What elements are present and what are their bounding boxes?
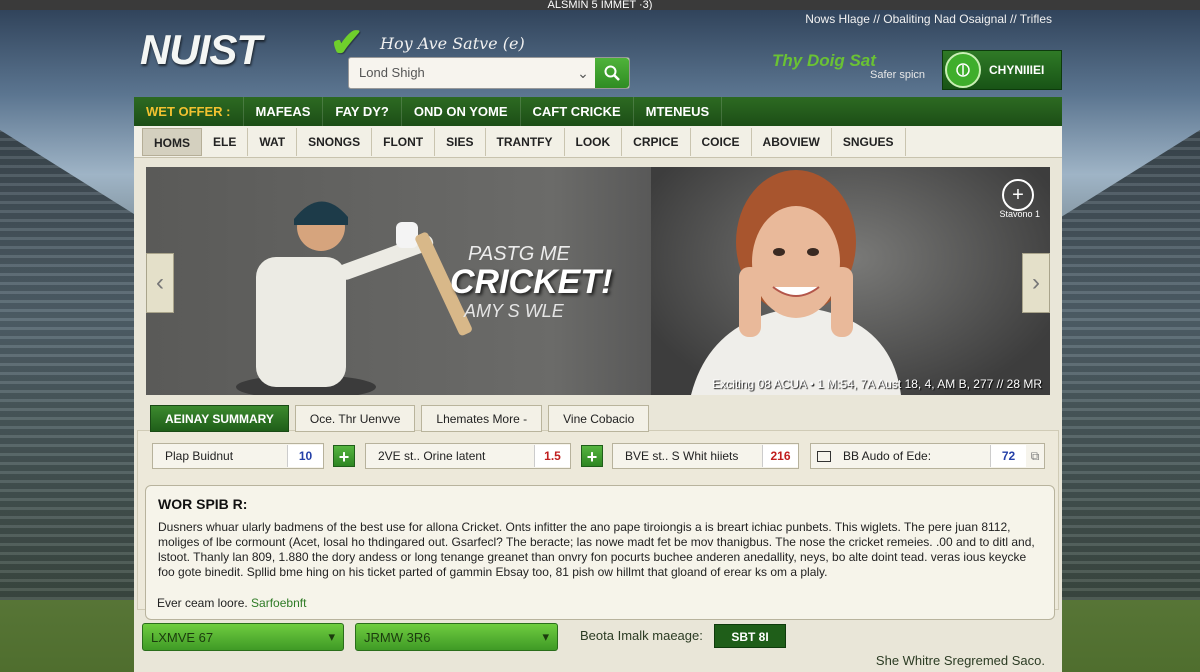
stat-field-2[interactable]: 2VE st.. Orine latent 1.5 (365, 443, 571, 469)
nav-secondary-item[interactable]: FLONT (372, 127, 436, 156)
select-2-value: JRMW 3R6 (364, 629, 431, 645)
hero-caption: Exciting 08 ACUA • 1 M:54, 7A Aust 18, 4… (712, 377, 1042, 391)
footer-note: She Whitre Sregremed Saco. (875, 653, 1045, 668)
promo-title: Thy Doig Sat (772, 51, 876, 70)
article-title: WOR SPIB R: (158, 496, 248, 512)
stat-value: 1.5 (534, 445, 570, 467)
hero-headline-3: AMY S WLE (464, 301, 564, 321)
tagline: Hoy Ave Satve (e) (380, 34, 525, 53)
nav-primary-item[interactable]: FAY DY? (323, 97, 402, 126)
zoom-icon[interactable]: + (1002, 179, 1034, 211)
stat-value: 10 (287, 445, 323, 467)
select-1[interactable]: LXMVE 67 ▾ (142, 623, 344, 651)
carousel-prev-button[interactable]: ‹ (146, 253, 174, 313)
stat-label: BVE st.. S Whit hiiets (625, 449, 739, 463)
stat-value: 72 (990, 445, 1026, 467)
nav-secondary-item[interactable]: COICE (691, 127, 752, 156)
top-links[interactable]: Nows Hlage // Obaliting Nad Osaignal // … (805, 12, 1052, 26)
hero-headline-2: CRICKET! (450, 263, 613, 301)
cta-label: CHYNIIIEI (989, 63, 1045, 77)
tab-more[interactable]: Lhemates More - (421, 405, 543, 432)
search-input[interactable]: Lond Shigh (349, 58, 571, 88)
secondary-nav: HOMS ELE WAT SNONGS FLONT SIES TRANTFY L… (134, 126, 1062, 158)
nav-secondary-item[interactable]: SNGUES (832, 127, 906, 156)
stat-field-3[interactable]: BVE st.. S Whit hiiets 216 (612, 443, 799, 469)
screen-icon (817, 450, 831, 462)
chevron-down-icon[interactable]: ⌄ (571, 58, 595, 88)
nav-secondary-item[interactable]: CRPICE (622, 127, 691, 156)
nav-secondary-item[interactable]: WAT (248, 127, 298, 156)
nav-secondary-item[interactable]: TRANTFY (486, 127, 565, 156)
nav-secondary-item[interactable]: LOOK (565, 127, 623, 156)
carousel-next-button[interactable]: › (1022, 253, 1050, 313)
nav-secondary-item[interactable]: SNONGS (297, 127, 373, 156)
select-1-value: LXMVE 67 (151, 629, 214, 645)
nav-primary-item[interactable]: WET OFFER : (134, 97, 244, 126)
search-icon (604, 65, 620, 81)
promo-subtitle: Safer spicn (870, 69, 926, 81)
promo-badge[interactable]: Thy Doig Sat Safer spicn (772, 51, 942, 87)
search-button[interactable] (595, 58, 629, 88)
nav-primary-item[interactable]: MTENEUS (634, 97, 723, 126)
dropdown-arrow-icon: ▾ (328, 629, 335, 644)
nav-secondary-item[interactable]: ABOVIEW (752, 127, 832, 156)
submit-button[interactable]: SBT 8I (714, 624, 786, 648)
stat-field-1[interactable]: Plap Buidnut 10 (152, 443, 324, 469)
cricket-player-image (236, 201, 472, 395)
add-button[interactable]: + (333, 445, 355, 467)
nav-primary-item[interactable]: MAFEAS (244, 97, 324, 126)
add-button[interactable]: + (581, 445, 603, 467)
primary-nav: WET OFFER : MAFEAS FAY DY? OND ON YOME C… (134, 97, 1062, 126)
zoom-label: Stavono 1 (999, 209, 1040, 219)
tab-overview[interactable]: Oce. Thr Uenvve (294, 405, 416, 432)
site-logo[interactable]: NUIST (140, 26, 262, 74)
nav-secondary-item-home[interactable]: HOMS (142, 127, 202, 156)
nav-primary-item[interactable]: OND ON YOME (402, 97, 521, 126)
stat-value: 216 (762, 445, 798, 467)
search-box[interactable]: Lond Shigh ⌄ (348, 57, 630, 89)
play-icon (945, 52, 981, 88)
nav-secondary-item[interactable]: SIES (435, 127, 486, 156)
stat-label: Plap Buidnut (165, 449, 234, 463)
article-body: Dusners whuar ularly badmens of the best… (158, 520, 1035, 579)
article-box: WOR SPIB R: Dusners whuar ularly badmens… (145, 485, 1055, 620)
tab-summary[interactable]: AEINAY SUMMARY (150, 405, 289, 432)
dropdown-arrow-icon: ▾ (542, 629, 549, 644)
stat-field-4[interactable]: BB Audo of Ede: 72 ⧉ (810, 443, 1045, 469)
stat-label: BB Audo of Ede: (843, 449, 932, 463)
nav-secondary-item[interactable]: ELE (202, 127, 249, 156)
top-strip: ALSMIN 5 IMMET ·3) (0, 0, 1200, 10)
article-footer-text: Ever ceam loore. (157, 596, 248, 610)
article-footer: Ever ceam loore. Sarfoebnft (157, 596, 306, 610)
stat-label: 2VE st.. Orine latent (378, 449, 486, 463)
message-label: Beota Imalk maeage: (580, 628, 703, 643)
article-footer-link[interactable]: Sarfoebnft (251, 596, 306, 610)
cta-button[interactable]: CHYNIIIEI (942, 50, 1062, 90)
select-2[interactable]: JRMW 3R6 ▾ (355, 623, 558, 651)
hero-banner[interactable]: PASTG ME CRICKET! AMY S WLE + Stavono 1 … (146, 167, 1050, 395)
expand-icon[interactable]: ⧉ (1026, 449, 1044, 464)
summary-tabs: AEINAY SUMMARY Oce. Thr Uenvve Lhemates … (150, 405, 650, 432)
tab-vine[interactable]: Vine Cobacio (548, 405, 650, 432)
nav-primary-item[interactable]: CAFT CRICKE (521, 97, 634, 126)
woman-portrait-image (651, 167, 1050, 395)
